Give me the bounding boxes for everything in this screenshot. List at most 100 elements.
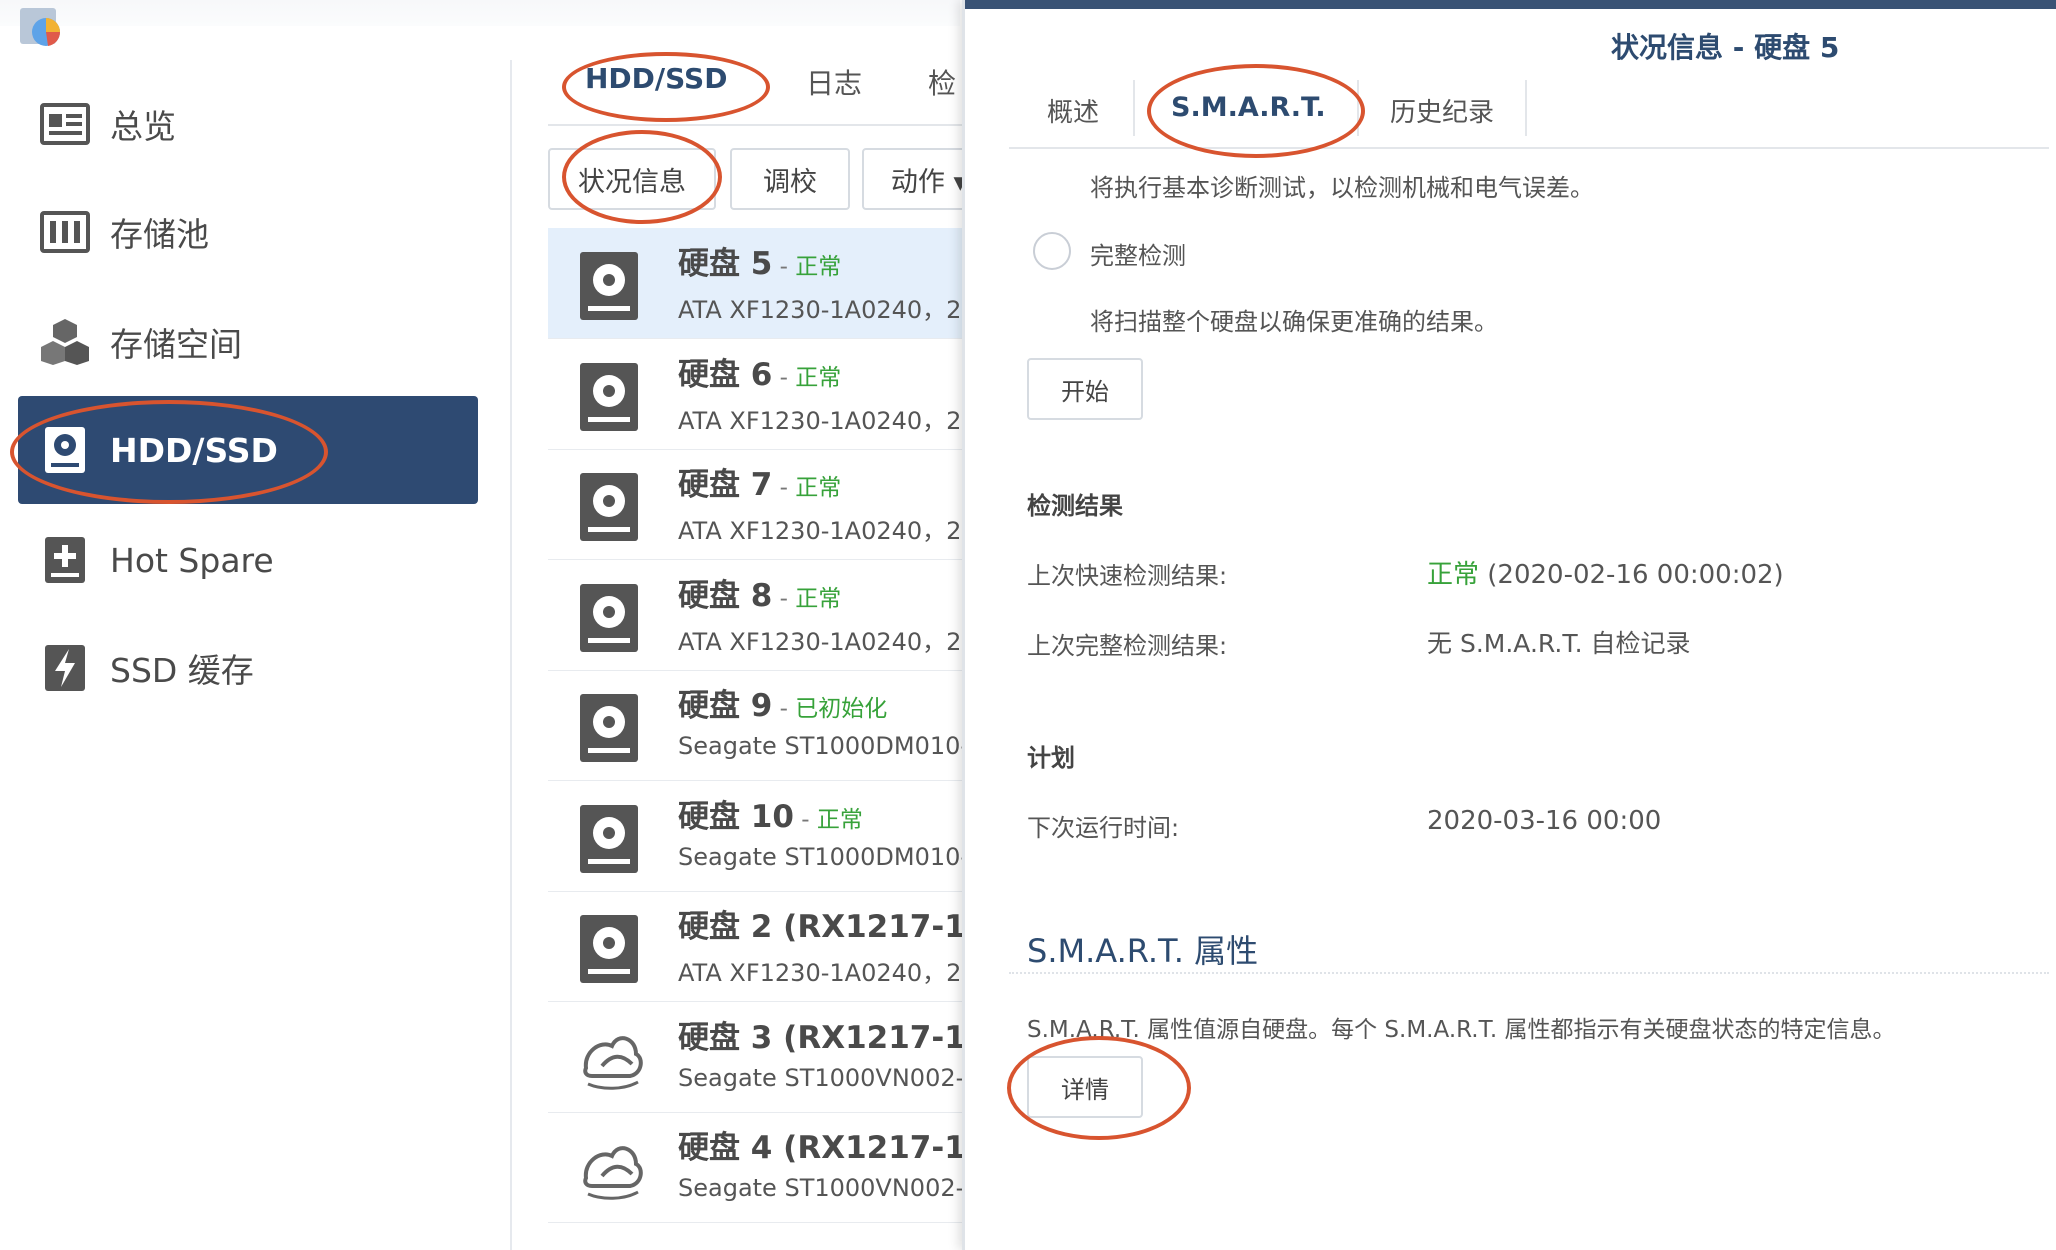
disk-title: 硬盘 5 - 正常	[678, 238, 841, 283]
disk-row[interactable]: 硬盘 5 - 正常 ATA XF1230-1A0240，2	[548, 228, 968, 339]
smart-attributes-heading: S.M.A.R.T. 属性	[1027, 932, 1259, 970]
sidebar-item-label: SSD 缓存	[110, 651, 254, 690]
sidebar-item-storage-pool[interactable]: 存储池	[18, 178, 478, 286]
disk-row[interactable]: 硬盘 8 - 正常 ATA XF1230-1A0240，2	[548, 560, 968, 671]
hdd-icon	[578, 692, 640, 764]
last-quick-test-time: (2020-02-16 00:00:02)	[1487, 560, 1784, 590]
storage-manager-app-icon	[18, 4, 66, 50]
sidebar-item-ssd-cache[interactable]: SSD 缓存	[18, 614, 478, 722]
tab-test[interactable]: 检	[928, 62, 956, 102]
disk-model: ATA XF1230-1A0240，2	[678, 627, 962, 656]
disk-status-separator: -	[772, 254, 796, 280]
disk-name: 硬盘 9	[678, 688, 773, 724]
disk-model: ATA XF1230-1A0240，2	[678, 406, 962, 435]
tab-separator	[1133, 80, 1135, 136]
quick-test-description: 将执行基本诊断测试，以检测机械和电气误差。	[1090, 174, 1594, 202]
next-run-label: 下次运行时间:	[1027, 814, 1180, 842]
disk-row[interactable]: 硬盘 3 (RX1217-1 Seagate ST1000VN002-	[548, 1002, 968, 1113]
tab-smart[interactable]: S.M.A.R.T.	[1171, 92, 1326, 123]
disk-name: 硬盘 8	[678, 577, 773, 614]
tab-separator	[1357, 80, 1359, 136]
full-test-description: 将扫描整个硬盘以确保更准确的结果。	[1090, 308, 1498, 336]
disk-model: ATA XF1230-1A0240，2	[678, 959, 962, 987]
tab-overview[interactable]: 概述	[1047, 92, 1099, 129]
storage-pool-icon	[36, 203, 94, 261]
details-button[interactable]: 详情	[1027, 1056, 1143, 1118]
tab-separator	[1525, 80, 1527, 136]
hdd-icon	[36, 421, 94, 479]
tabs-underline	[548, 124, 968, 126]
hdd-icon	[578, 250, 640, 322]
disk-status-separator: -	[772, 585, 796, 612]
disk-name: 硬盘 6	[678, 356, 773, 393]
dialog-title: 状况信息 - 硬盘 5	[1611, 31, 1840, 64]
sidebar-divider	[510, 60, 512, 1250]
disk-model: Seagate ST1000VN002-	[678, 1174, 965, 1202]
tab-history[interactable]: 历史纪录	[1390, 92, 1494, 129]
disk-title: 硬盘 7 - 正常	[678, 459, 841, 504]
next-run-value: 2020-03-16 00:00	[1427, 806, 1662, 836]
disk-title: 硬盘 2 (RX1217-1	[678, 901, 966, 946]
disk-model: ATA XF1230-1A0240，2	[678, 296, 962, 324]
disk-row[interactable]: 硬盘 10 - 正常 Seagate ST1000DM010-	[548, 781, 969, 892]
sidebar-item-label: HDD/SSD	[110, 430, 278, 470]
disk-name: 硬盘 5	[678, 246, 773, 282]
tab-hdd-ssd[interactable]: HDD/SSD	[585, 62, 727, 95]
hdd-icon	[578, 361, 640, 433]
disk-status-separator: -	[772, 475, 796, 501]
last-full-test-label: 上次完整检测结果:	[1027, 632, 1228, 660]
ssd-cache-icon	[36, 639, 94, 697]
hdd-icon	[578, 803, 640, 875]
sidebar-item-label: 存储空间	[110, 325, 242, 364]
disk-model: Seagate ST1000VN002-	[678, 1063, 965, 1092]
sidebar-item-volume[interactable]: 存储空间	[18, 288, 478, 396]
calibrate-button[interactable]: 调校	[730, 148, 850, 210]
disk-row[interactable]: 硬盘 9 - 已初始化 Seagate ST1000DM010-	[548, 670, 970, 781]
dialog-title-bar	[965, 0, 2056, 9]
section-divider	[1009, 972, 2049, 974]
tabs-underline	[1009, 147, 2049, 149]
disk-status: 正常	[795, 585, 842, 612]
disk-status: 正常	[795, 475, 842, 501]
disk-title: 硬盘 6 - 正常	[678, 349, 841, 394]
window-top-strip	[0, 0, 960, 26]
disk-status-separator: -	[772, 364, 796, 391]
full-test-label: 完整检测	[1090, 242, 1186, 270]
overview-icon	[36, 95, 94, 153]
start-button[interactable]: 开始	[1027, 358, 1143, 420]
sidebar-item-label: Hot Spare	[110, 540, 274, 580]
disk-row[interactable]: 硬盘 6 - 正常 ATA XF1230-1A0240，2	[548, 339, 968, 450]
disk-name: 硬盘 7	[678, 467, 773, 503]
disk-title: 硬盘 4 (RX1217-1	[678, 1122, 966, 1167]
disk-name: 硬盘 3 (RX1217-1	[678, 1019, 966, 1056]
results-heading: 检测结果	[1027, 492, 1123, 520]
hdd-icon	[578, 471, 640, 543]
sidebar-item-label: 总览	[110, 107, 176, 146]
disk-status: 正常	[795, 254, 842, 280]
last-quick-test-value: 正常 (2020-02-16 00:00:02)	[1427, 554, 1784, 591]
disk-row[interactable]: 硬盘 4 (RX1217-1 Seagate ST1000VN002-	[548, 1112, 968, 1223]
last-full-test-value: 无 S.M.A.R.T. 自检记录	[1427, 629, 1691, 658]
disk-title: 硬盘 9 - 已初始化	[678, 680, 887, 725]
disk-name: 硬盘 4 (RX1217-1	[678, 1130, 966, 1166]
disk-title: 硬盘 3 (RX1217-1	[678, 1012, 966, 1057]
sidebar-item-label: 存储池	[110, 215, 209, 254]
disk-row[interactable]: 硬盘 2 (RX1217-1 ATA XF1230-1A0240，2	[548, 891, 968, 1002]
hot-spare-icon	[36, 531, 94, 589]
disk-status-separator: -	[772, 696, 796, 722]
disk-status: 正常	[816, 806, 863, 833]
expansion-disk-icon	[578, 1134, 643, 1206]
tab-log[interactable]: 日志	[806, 62, 862, 102]
sidebar-item-hot-spare[interactable]: Hot Spare	[18, 506, 478, 614]
hdd-icon	[578, 582, 640, 654]
disk-title: 硬盘 10 - 正常	[678, 791, 863, 836]
status-info-button[interactable]: 状况信息	[548, 148, 716, 210]
disk-status: 正常	[795, 364, 842, 391]
status-info-dialog: 状况信息 - 硬盘 5 概述 S.M.A.R.T. 历史纪录 将执行基本诊断测试…	[962, 0, 2056, 1250]
volume-icon	[36, 313, 94, 371]
disk-row[interactable]: 硬盘 7 - 正常 ATA XF1230-1A0240，2	[548, 449, 968, 560]
sidebar-item-hdd-ssd[interactable]: HDD/SSD	[18, 396, 478, 504]
sidebar-item-overview[interactable]: 总览	[18, 70, 478, 178]
full-test-radio[interactable]	[1033, 232, 1071, 270]
disk-model: Seagate ST1000DM010-	[678, 732, 970, 760]
